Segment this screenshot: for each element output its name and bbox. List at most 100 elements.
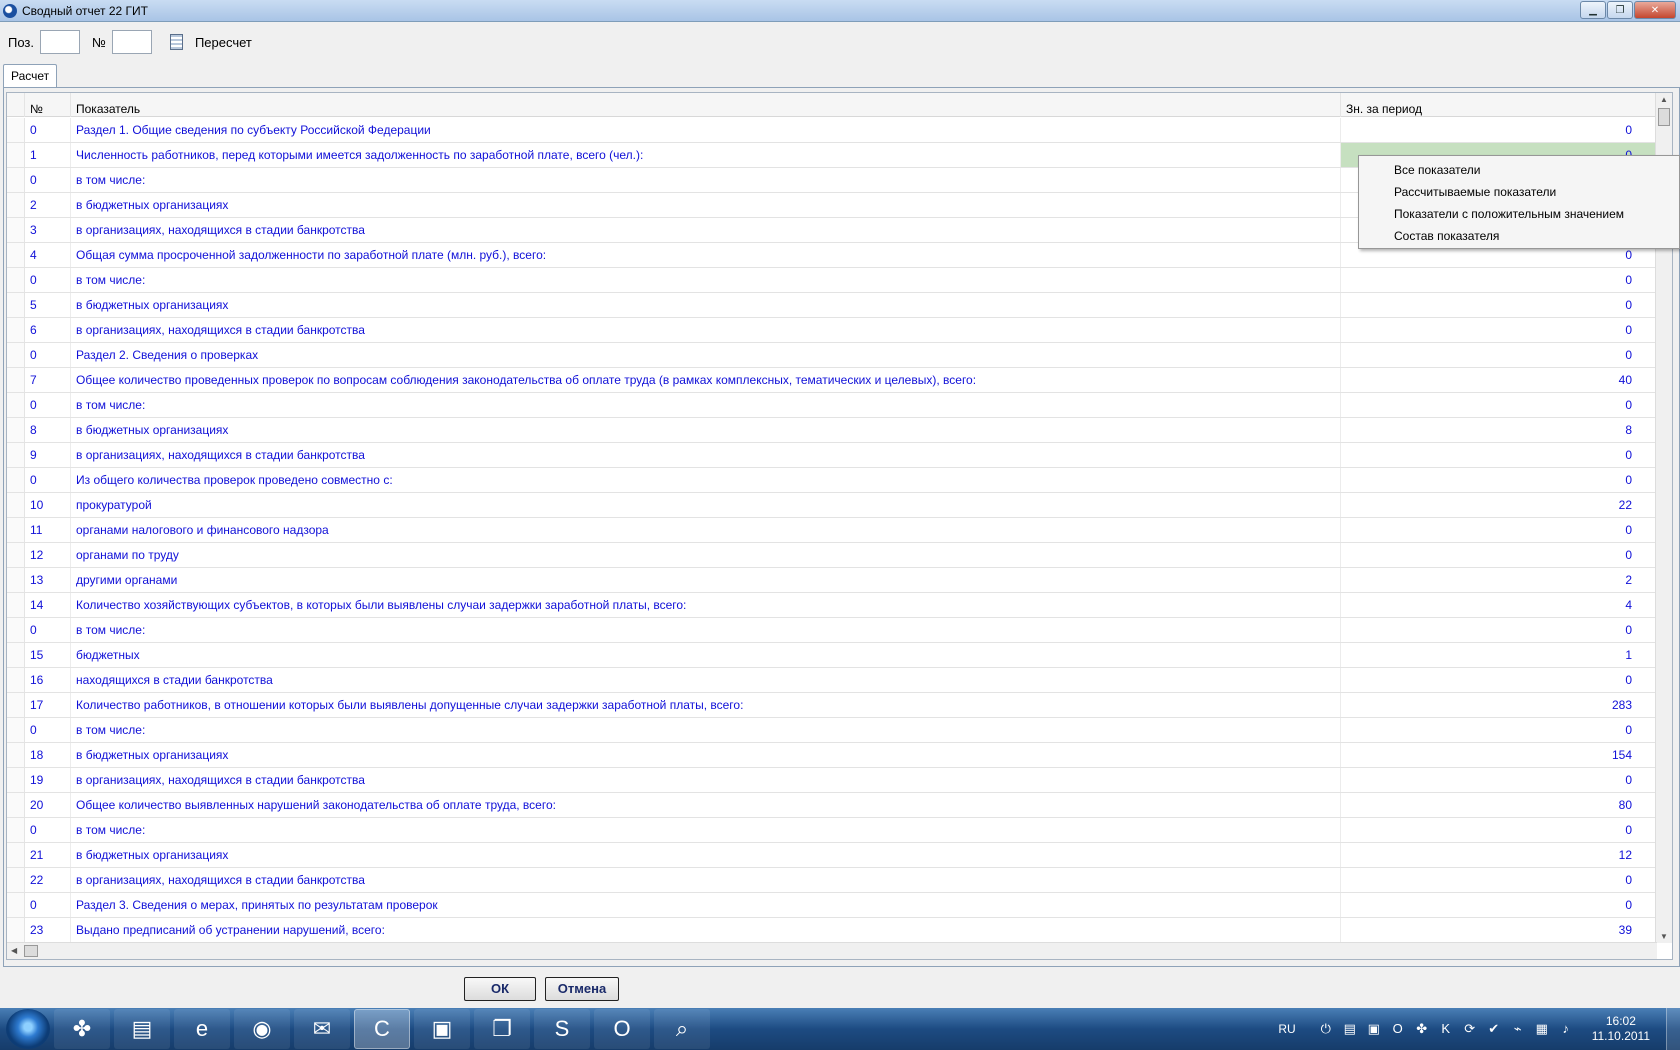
table-row[interactable]: 17 Количество работников, в отношении кот… [7,693,1657,718]
horizontal-scroll-thumb[interactable] [24,945,38,957]
taskbar-notes-icon[interactable]: ❐ [474,1009,530,1049]
row-selector[interactable] [7,118,25,142]
row-selector[interactable] [7,343,25,367]
clock[interactable]: 16:02 11.10.2011 [1592,1014,1650,1044]
vertical-scroll-thumb[interactable] [1658,108,1670,126]
tab-calculation[interactable]: Расчет [3,64,58,88]
row-selector[interactable] [7,168,25,192]
row-selector[interactable] [7,218,25,242]
ok-button[interactable]: ОК [464,977,536,1001]
table-row[interactable]: 0в том числе:0 [7,718,1657,743]
table-row[interactable]: 11 органами налогового и финансового надз… [7,518,1657,543]
row-value[interactable]: 0 [1341,518,1657,542]
row-selector[interactable] [7,743,25,767]
antivirus-icon[interactable]: K [1438,1021,1454,1037]
row-selector[interactable] [7,393,25,417]
volume-icon[interactable]: ♪ [1558,1021,1574,1037]
row-value[interactable]: 4 [1341,593,1657,617]
table-row[interactable]: 0в том числе:0 [7,818,1657,843]
table-row[interactable]: 0в том числе:0 [7,618,1657,643]
row-value[interactable]: 0 [1341,543,1657,567]
table-row[interactable]: 20 Общее количество выявленных нарушений … [7,793,1657,818]
row-selector[interactable] [7,293,25,317]
taskbar-opera-icon[interactable]: O [594,1009,650,1049]
table-row[interactable]: 18 в бюджетных организациях 154 [7,743,1657,768]
row-selector[interactable] [7,443,25,467]
row-value[interactable]: 154 [1341,743,1657,767]
table-row[interactable]: 0 Раздел 2. Сведения о проверках 0 [7,343,1657,368]
header-name[interactable]: Показатель [71,93,1341,117]
context-menu-item[interactable]: Рассчитываемые показатели [1359,181,1679,203]
row-selector[interactable] [7,768,25,792]
row-value[interactable]: 0 [1341,718,1657,742]
row-value[interactable]: 0 [1341,118,1657,142]
close-button[interactable]: ✕ [1634,1,1676,19]
row-selector[interactable] [7,243,25,267]
row-selector[interactable] [7,543,25,567]
row-value[interactable]: 0 [1341,818,1657,842]
maximize-button[interactable]: ❐ [1607,1,1633,19]
row-selector[interactable] [7,143,25,167]
table-row[interactable]: 0 Из общего количества проверок проведено… [7,468,1657,493]
row-selector[interactable] [7,643,25,667]
table-row[interactable]: 21 в бюджетных организациях 12 [7,843,1657,868]
start-button[interactable] [6,1009,50,1049]
table-row[interactable]: 0в том числе:0 [7,268,1657,293]
row-value[interactable]: 0 [1341,868,1657,892]
table-row[interactable]: 22 в организациях, находящихся в стадии б… [7,868,1657,893]
table-row[interactable]: 13 другими органами 2 [7,568,1657,593]
taskbar-folder-icon[interactable]: ▤ [114,1009,170,1049]
row-selector[interactable] [7,843,25,867]
context-menu-item[interactable]: Все показатели [1359,159,1679,181]
row-value[interactable]: 0 [1341,268,1657,292]
row-selector[interactable] [7,918,25,942]
row-selector[interactable] [7,868,25,892]
table-row[interactable]: 23 Выдано предписаний об устранении наруш… [7,918,1657,943]
row-selector[interactable] [7,793,25,817]
row-value[interactable]: 283 [1341,693,1657,717]
table-row[interactable]: 0в том числе:0 [7,393,1657,418]
table-row[interactable]: 12 органами по труду 0 [7,543,1657,568]
taskbar-search-icon[interactable]: ⌕ [654,1009,710,1049]
row-value[interactable]: 1 [1341,643,1657,667]
row-selector[interactable] [7,493,25,517]
taskbar-globe-icon[interactable]: ◉ [234,1009,290,1049]
row-value[interactable]: 0 [1341,293,1657,317]
horizontal-scrollbar[interactable]: ◀ [7,942,1657,959]
recalc-button[interactable]: Пересчет [195,35,252,50]
flag-icon[interactable]: ▤ [1342,1021,1358,1037]
row-selector[interactable] [7,468,25,492]
show-desktop-button[interactable] [1666,1008,1680,1050]
row-value[interactable]: 39 [1341,918,1657,942]
table-row[interactable]: 0 Раздел 3. Сведения о мерах, принятых по… [7,893,1657,918]
language-indicator[interactable]: RU [1278,1022,1295,1036]
taskbar-app-icon[interactable]: C [354,1009,410,1049]
row-value[interactable]: 0 [1341,893,1657,917]
row-selector[interactable] [7,418,25,442]
row-selector[interactable] [7,693,25,717]
row-value[interactable]: 2 [1341,568,1657,592]
row-value[interactable]: 8 [1341,418,1657,442]
row-value[interactable]: 0 [1341,393,1657,417]
row-value[interactable]: 0 [1341,443,1657,467]
clover-tray-icon[interactable]: ✤ [1414,1021,1430,1037]
check-icon[interactable]: ✔ [1486,1021,1502,1037]
pos-input[interactable] [40,30,80,54]
table-row[interactable]: 5в бюджетных организациях 0 [7,293,1657,318]
row-selector[interactable] [7,818,25,842]
scroll-left-icon[interactable]: ◀ [11,946,17,955]
row-selector[interactable] [7,718,25,742]
taskbar-mail-icon[interactable]: ✉ [294,1009,350,1049]
row-value[interactable]: 0 [1341,618,1657,642]
row-selector[interactable] [7,618,25,642]
row-selector[interactable] [7,668,25,692]
row-value[interactable]: 80 [1341,793,1657,817]
row-value[interactable]: 0 [1341,318,1657,342]
opera-tray-icon[interactable]: O [1390,1021,1406,1037]
calculator-icon[interactable] [169,34,183,50]
table-row[interactable]: 8в бюджетных организациях 8 [7,418,1657,443]
scroll-down-icon[interactable]: ▼ [1660,932,1668,941]
usb-icon[interactable]: ⌁ [1510,1021,1526,1037]
scroll-up-icon[interactable]: ▲ [1660,95,1668,104]
row-value[interactable]: 22 [1341,493,1657,517]
